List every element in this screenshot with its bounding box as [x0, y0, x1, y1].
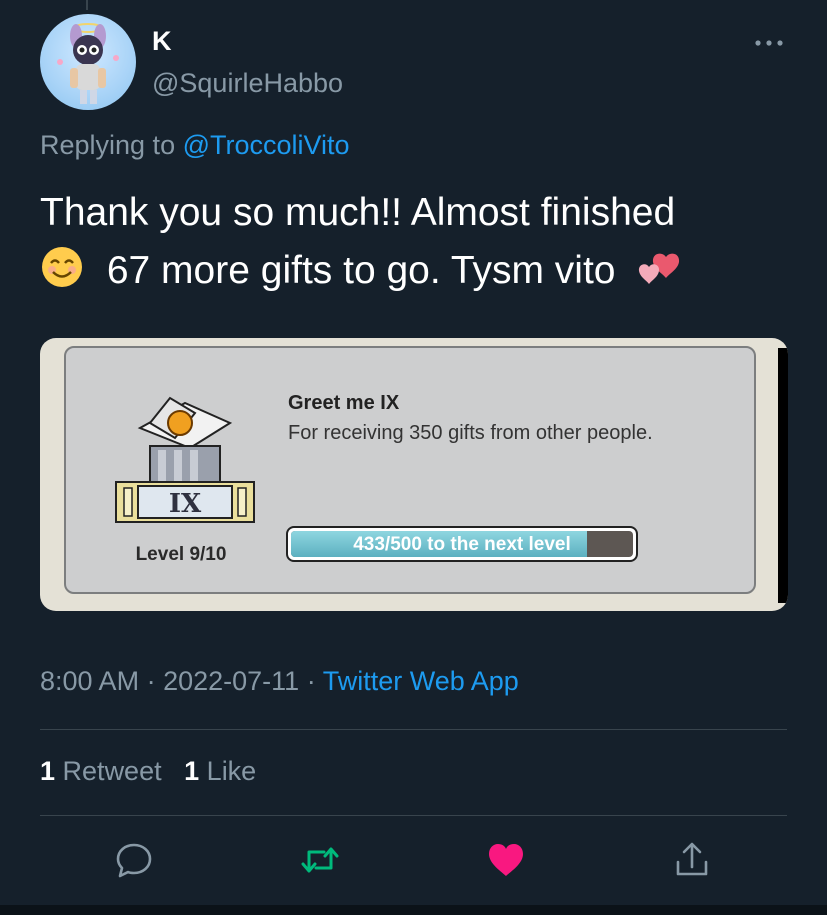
user-name[interactable]: K: [152, 26, 172, 57]
source-app-link[interactable]: Twitter Web App: [323, 666, 519, 696]
thread-line: [86, 0, 88, 10]
retweet-count: 1: [40, 756, 56, 786]
tweet-stats: 1 Retweet 1 Like: [40, 756, 256, 787]
progress-text: 433/500 to the next level: [353, 534, 571, 555]
achievement-description: For receiving 350 gifts from other peopl…: [288, 422, 653, 444]
tweet-line-1: Thank you so much!! Almost finished: [40, 191, 676, 234]
reply-icon[interactable]: [114, 840, 154, 880]
progress-bar: 433/500 to the next level: [286, 526, 638, 562]
tweet-meta: 8:00 AM · 2022-07-11 · Twitter Web App: [40, 666, 519, 697]
meta-separator: ·: [306, 666, 323, 696]
like-stat[interactable]: 1 Like: [184, 756, 256, 786]
meta-separator: ·: [146, 666, 164, 696]
retweet-label: Retweet: [62, 756, 162, 786]
tweet-time[interactable]: 8:00 AM: [40, 666, 139, 696]
like-icon[interactable]: [486, 840, 526, 880]
badge-numeral: IX: [169, 489, 202, 519]
media-image[interactable]: IX Level 9/10 Greet me IX For receiving …: [40, 338, 788, 611]
reply-mention-link[interactable]: @TroccoliVito: [183, 130, 350, 160]
replying-prefix: Replying to: [40, 130, 176, 160]
avatar[interactable]: [40, 14, 136, 110]
more-icon[interactable]: [752, 26, 786, 60]
progress-track: 433/500 to the next level: [291, 531, 633, 557]
like-label: Like: [206, 756, 257, 786]
achievement-card: IX Level 9/10 Greet me IX For receiving …: [64, 346, 756, 594]
tweet-line-2-text: 67 more gifts to go. Tysm vito: [106, 249, 616, 292]
bottom-bar: [0, 905, 827, 915]
share-icon[interactable]: [672, 840, 712, 880]
two-hearts-emoji-icon: [639, 253, 680, 284]
smiling-face-emoji-icon: [42, 247, 82, 287]
divider: [40, 815, 787, 816]
media-shadow: [778, 348, 788, 603]
like-count: 1: [184, 756, 200, 786]
achievement-level: Level 9/10: [135, 544, 227, 565]
retweet-stat[interactable]: 1 Retweet: [40, 756, 162, 786]
tweet-text: Thank you so much!! Almost finished 67 m…: [40, 184, 800, 300]
tweet-date[interactable]: 2022-07-11: [163, 666, 299, 696]
avatar-image: [57, 23, 119, 104]
tweet-line-2: 67 more gifts to go. Tysm vito: [40, 242, 800, 300]
user-handle[interactable]: @SquirleHabbo: [152, 68, 343, 99]
achievement-badge-icon: IX: [115, 396, 255, 523]
achievement-title: Greet me IX: [288, 392, 400, 414]
replying-to: Replying to @TroccoliVito: [40, 130, 350, 161]
retweet-icon[interactable]: [300, 840, 340, 880]
divider: [40, 729, 787, 730]
